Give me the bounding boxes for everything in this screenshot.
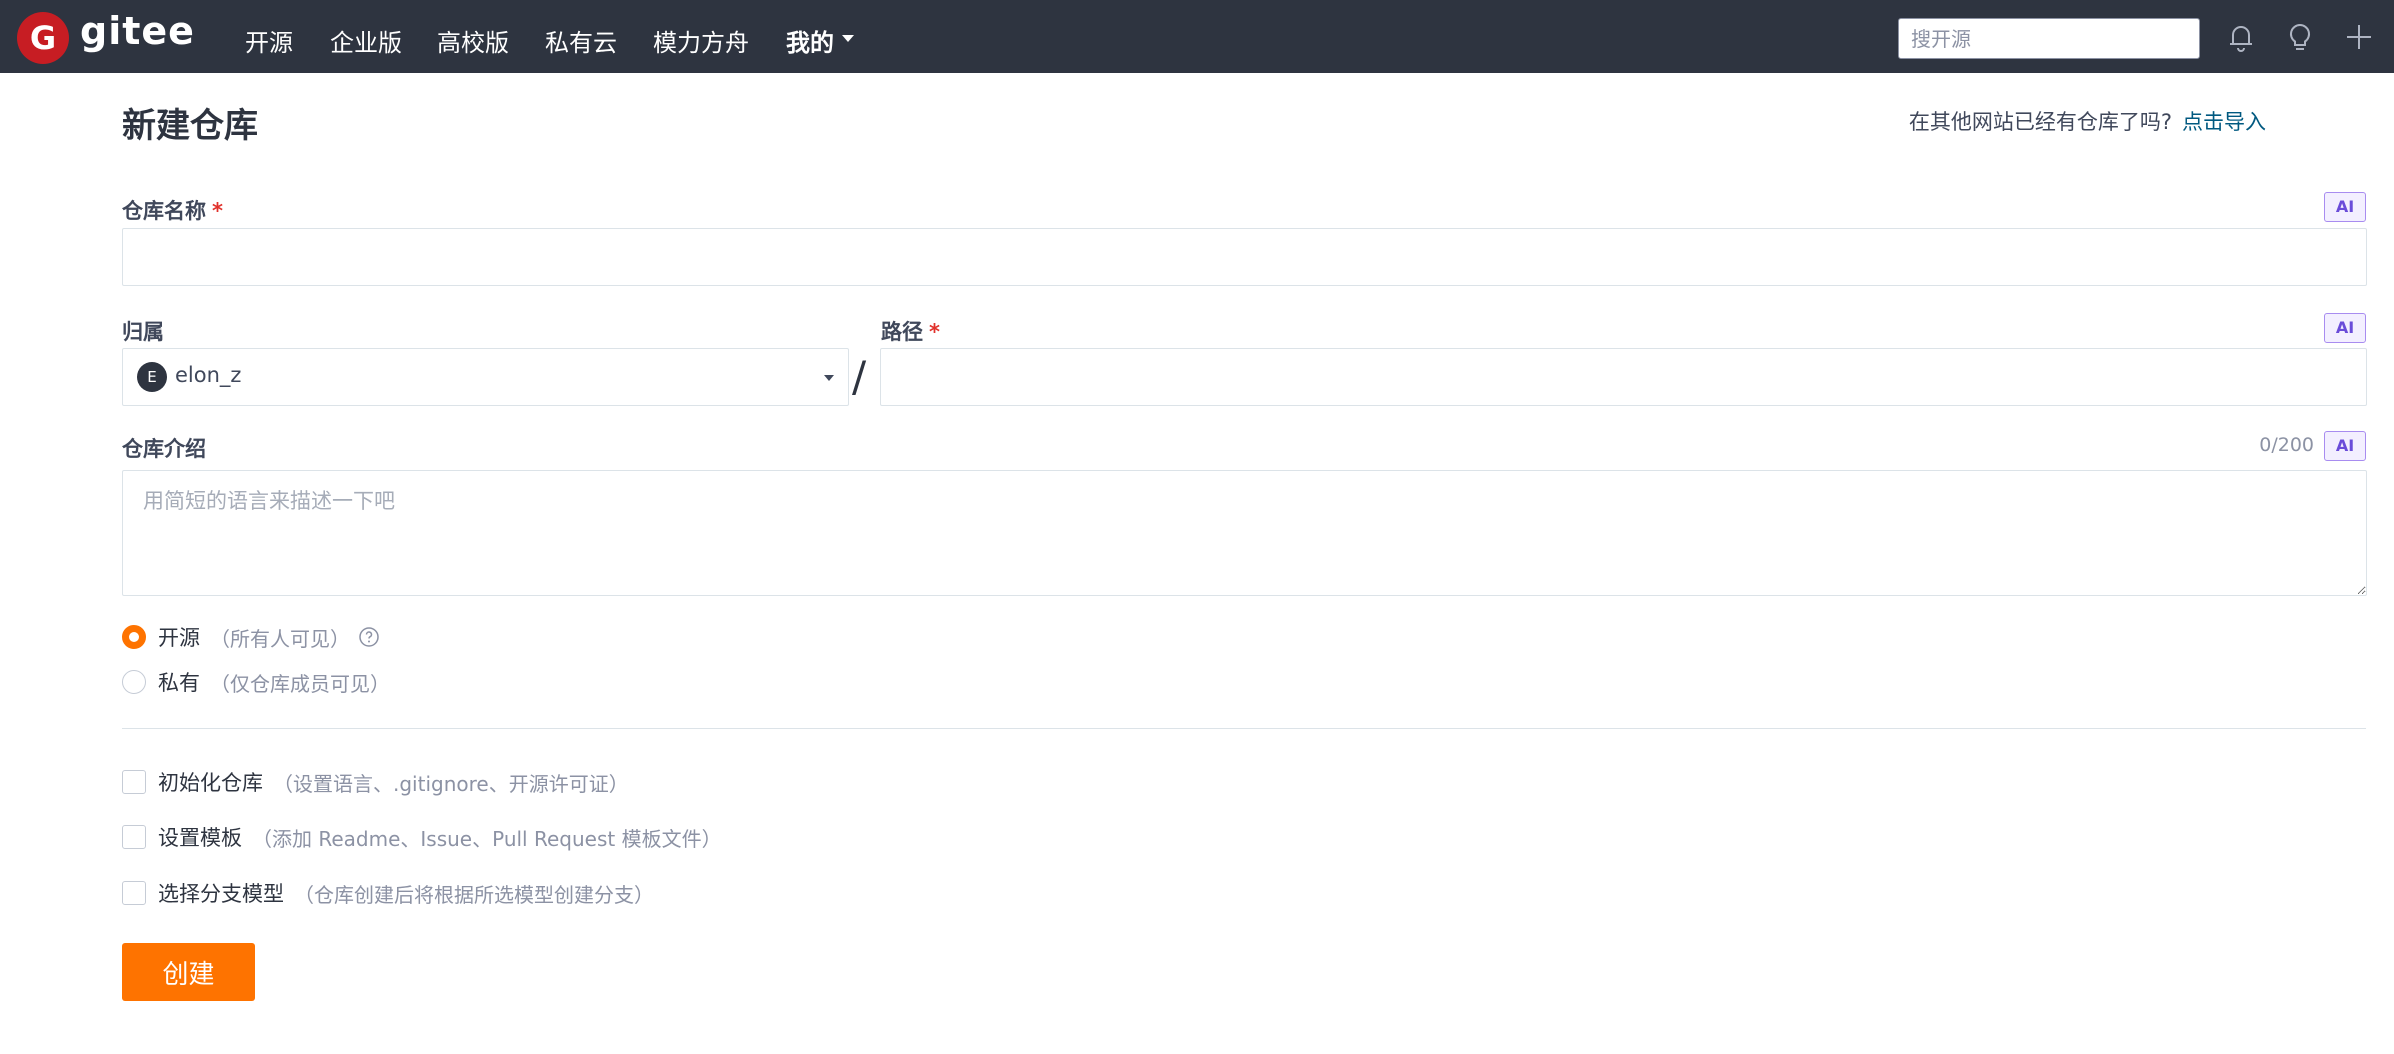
import-repo-link[interactable]: 点击导入 (2182, 110, 2266, 134)
nav-link-moli-fangzhou[interactable]: 模力方舟 (653, 23, 749, 58)
page-title: 新建仓库 (122, 106, 258, 146)
owner-select-value: elon_z (175, 363, 242, 387)
checkbox-init-repo[interactable] (122, 770, 146, 794)
ai-assist-button-path[interactable]: AI (2324, 313, 2366, 343)
nav-link-enterprise[interactable]: 企业版 (330, 23, 402, 58)
checkbox-branch-model[interactable] (122, 881, 146, 905)
section-divider (122, 728, 2366, 729)
description-textarea[interactable] (123, 471, 2366, 595)
repo-name-field (122, 228, 2367, 286)
bell-icon[interactable] (2224, 20, 2258, 54)
ai-assist-button-repo-name[interactable]: AI (2324, 192, 2366, 222)
visibility-option-private[interactable]: 私有 （仅仓库成员可见） (122, 667, 390, 697)
create-repo-button[interactable]: 创建 (122, 943, 255, 1001)
visibility-option-public[interactable]: 开源 （所有人可见） (122, 622, 380, 652)
gitee-logo-glyph: G (30, 19, 56, 57)
repo-name-label-text: 仓库名称 (122, 199, 206, 223)
path-separator: / (852, 352, 867, 401)
logo-letter: G (30, 19, 56, 57)
visibility-private-label: 私有 (158, 671, 200, 695)
option-branch-model[interactable]: 选择分支模型 （仓库创建后将根据所选模型创建分支） (122, 878, 654, 908)
required-mark: * (212, 199, 223, 223)
option-branch-model-label: 选择分支模型 (158, 882, 284, 906)
owner-select[interactable]: E elon_z (122, 348, 849, 406)
nav-link-education[interactable]: 高校版 (437, 23, 509, 58)
path-input[interactable] (881, 349, 2366, 405)
visibility-public-label: 开源 (158, 626, 200, 650)
lightbulb-icon[interactable] (2283, 20, 2317, 54)
gitee-logo-icon[interactable]: G (17, 12, 69, 64)
required-mark: * (929, 320, 940, 344)
option-template-hint: （添加 Readme、Issue、Pull Request 模板文件） (252, 826, 722, 851)
description-label: 仓库介绍 (122, 437, 206, 461)
ai-assist-button-description[interactable]: AI (2324, 431, 2366, 461)
description-char-counter: 0/200 (2259, 434, 2314, 456)
help-circle-icon[interactable] (358, 626, 380, 648)
visibility-public-hint: （所有人可见） (210, 626, 350, 651)
checkbox-template[interactable] (122, 825, 146, 849)
caret-down-icon[interactable] (842, 35, 854, 42)
nav-link-open-source[interactable]: 开源 (245, 23, 293, 58)
option-template-label: 设置模板 (158, 826, 242, 850)
path-label: 路径 * (881, 316, 940, 346)
import-prompt-text: 在其他网站已经有仓库了吗? (1908, 110, 2172, 134)
option-init-repo[interactable]: 初始化仓库 （设置语言、.gitignore、开源许可证） (122, 767, 629, 797)
brand-wordmark[interactable]: gitee (80, 9, 195, 53)
nav-link-mine[interactable]: 我的 (786, 23, 834, 58)
import-prompt: 在其他网站已经有仓库了吗? 点击导入 (1909, 106, 2266, 136)
chevron-down-icon (824, 375, 834, 381)
option-template[interactable]: 设置模板 （添加 Readme、Issue、Pull Request 模板文件） (122, 822, 722, 852)
avatar: E (137, 362, 167, 392)
repo-name-label: 仓库名称 * (122, 195, 223, 225)
repo-name-input[interactable] (123, 229, 2366, 285)
option-init-repo-label: 初始化仓库 (158, 771, 263, 795)
visibility-private-hint: （仅仓库成员可见） (210, 671, 390, 696)
option-branch-model-hint: （仓库创建后将根据所选模型创建分支） (294, 882, 654, 907)
nav-link-private-cloud[interactable]: 私有云 (545, 23, 617, 58)
option-init-repo-hint: （设置语言、.gitignore、开源许可证） (273, 771, 629, 796)
radio-private[interactable] (122, 670, 146, 694)
path-label-text: 路径 (881, 320, 923, 344)
description-field (122, 470, 2367, 596)
radio-public[interactable] (122, 625, 146, 649)
nav-search-input[interactable] (1898, 18, 2200, 59)
owner-label: 归属 (122, 320, 164, 344)
top-navbar: G gitee 开源 企业版 高校版 私有云 模力方舟 我的 (0, 0, 2394, 73)
plus-icon[interactable] (2342, 20, 2376, 54)
path-field (880, 348, 2367, 406)
